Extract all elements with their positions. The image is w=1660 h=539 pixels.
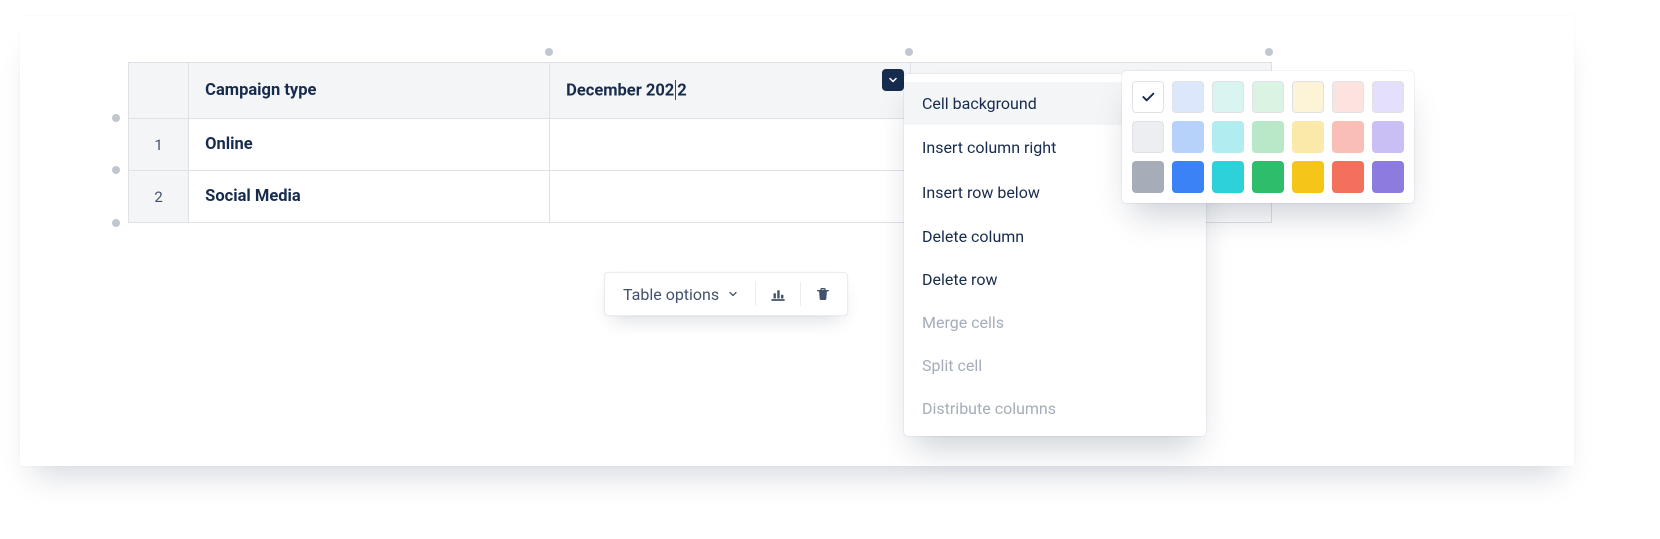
table-cell-text: Online (205, 135, 253, 154)
context-menu-item-label: Merge cells (922, 313, 1004, 332)
column-header-editing[interactable]: December 2022 (550, 63, 911, 119)
context-menu-item-label: Delete row (922, 270, 997, 289)
context-menu-item-label: Insert row below (922, 183, 1040, 202)
row-insert-handle[interactable] (112, 166, 120, 174)
color-swatch[interactable] (1252, 81, 1284, 113)
column-options-button[interactable] (882, 69, 904, 91)
color-swatch[interactable] (1372, 161, 1404, 193)
column-header-text-after-caret: 2 (677, 81, 686, 100)
color-swatch[interactable] (1252, 161, 1284, 193)
color-swatch[interactable] (1132, 81, 1164, 113)
row-insert-handle[interactable] (112, 219, 120, 227)
table-cell-text: Social Media (205, 187, 301, 206)
table-floating-toolbar: Table options (604, 272, 848, 316)
context-menu-item[interactable]: Delete column (904, 215, 1206, 258)
trash-icon (815, 286, 831, 302)
context-menu-item: Distribute columns (904, 387, 1206, 430)
palette-row (1132, 121, 1404, 153)
context-menu-item[interactable]: Delete row (904, 258, 1206, 301)
color-swatch[interactable] (1172, 161, 1204, 193)
column-header[interactable]: Campaign type (189, 63, 550, 119)
column-insert-handle[interactable] (1265, 48, 1273, 56)
color-swatch[interactable] (1172, 81, 1204, 113)
table-options-label: Table options (623, 285, 719, 304)
color-swatch[interactable] (1172, 121, 1204, 153)
column-insert-handle[interactable] (905, 48, 913, 56)
context-menu-item-label: Distribute columns (922, 399, 1056, 418)
color-swatch[interactable] (1332, 81, 1364, 113)
cell-background-palette (1122, 71, 1414, 203)
palette-row (1132, 81, 1404, 113)
color-swatch[interactable] (1332, 161, 1364, 193)
context-menu-item-label: Delete column (922, 227, 1024, 246)
row-number-cell[interactable]: 2 (129, 171, 189, 223)
toolbar-separator (800, 282, 801, 306)
table-options-button[interactable]: Table options (611, 279, 751, 310)
row-insert-handle[interactable] (112, 114, 120, 122)
context-menu-item-label: Cell background (922, 94, 1037, 113)
column-header-label: Campaign type (205, 81, 316, 100)
chart-button[interactable] (760, 277, 796, 311)
context-menu-item-label: Insert column right (922, 138, 1056, 157)
toolbar-separator (755, 282, 756, 306)
color-swatch[interactable] (1332, 121, 1364, 153)
context-menu-item: Split cell (904, 344, 1206, 387)
column-insert-handle[interactable] (545, 48, 553, 56)
check-icon (1140, 89, 1156, 105)
chevron-down-icon (887, 74, 899, 86)
color-swatch[interactable] (1212, 121, 1244, 153)
context-menu-item: Merge cells (904, 301, 1206, 344)
table-corner-cell[interactable] (129, 63, 189, 119)
table-cell[interactable] (550, 119, 911, 171)
color-swatch[interactable] (1252, 121, 1284, 153)
column-header-text-before-caret: December 202 (566, 81, 674, 100)
color-swatch[interactable] (1292, 161, 1324, 193)
color-swatch[interactable] (1292, 121, 1324, 153)
color-swatch[interactable] (1372, 121, 1404, 153)
table-cell[interactable] (550, 171, 911, 223)
table-cell[interactable]: Online (189, 119, 550, 171)
color-swatch[interactable] (1212, 81, 1244, 113)
delete-table-button[interactable] (805, 277, 841, 311)
color-swatch[interactable] (1132, 161, 1164, 193)
context-menu-item-label: Split cell (922, 356, 982, 375)
table-cell[interactable]: Social Media (189, 171, 550, 223)
editor-canvas: Campaign type December 2022 1Online2Soci… (20, 16, 1574, 466)
text-caret (675, 80, 676, 100)
color-swatch[interactable] (1372, 81, 1404, 113)
row-number-cell[interactable]: 1 (129, 119, 189, 171)
chevron-down-icon (727, 288, 739, 300)
color-swatch[interactable] (1132, 121, 1164, 153)
palette-row (1132, 161, 1404, 193)
color-swatch[interactable] (1212, 161, 1244, 193)
bar-chart-icon (769, 285, 787, 303)
color-swatch[interactable] (1292, 81, 1324, 113)
